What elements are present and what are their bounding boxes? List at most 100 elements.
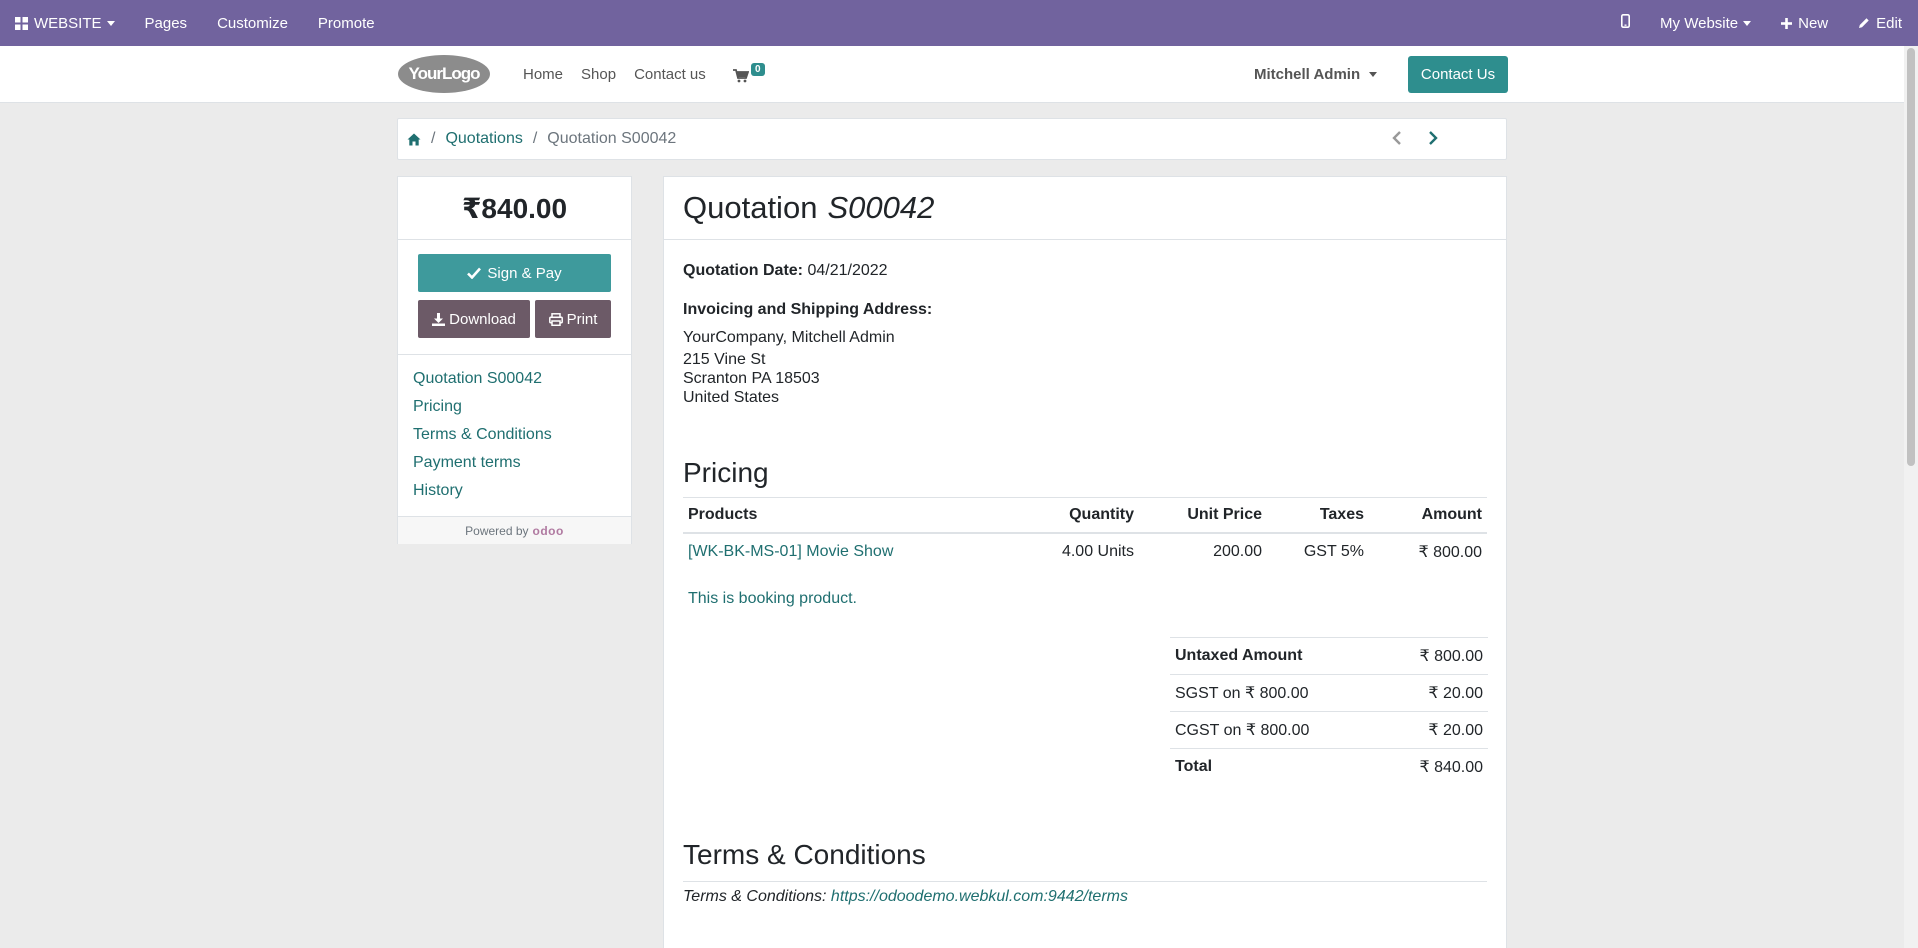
site-header: YourLogo Home Shop Contact us 0 Mitchell… [0,46,1904,103]
toc-quotation[interactable]: Quotation S00042 [413,369,616,397]
toc-history[interactable]: History [413,481,616,509]
contact-us-button[interactable]: Contact Us [1408,56,1508,93]
mobile-icon [1621,14,1631,32]
nav-home[interactable]: Home [523,66,563,83]
table-of-contents: Quotation S00042 Pricing Terms & Conditi… [398,355,631,517]
breadcrumb-quotations[interactable]: Quotations [445,130,522,148]
promote-menu[interactable]: Promote [303,0,390,46]
sign-pay-label: Sign & Pay [487,264,562,282]
page-scrollbar[interactable] [1904,46,1918,948]
total-amount: ₹840.00 [398,177,631,240]
main-nav: Home Shop Contact us [523,46,724,103]
date-label: Quotation Date: [683,262,803,279]
total-value: ₹ 840.00 [1380,748,1488,785]
download-label: Download [449,310,516,328]
site-logo[interactable]: YourLogo [397,54,491,94]
product-amount: ₹ 800.00 [1418,544,1482,561]
chevron-down-icon [1369,72,1378,77]
quotation-document: Quotation S00042 Quotation Date: 04/21/2… [663,176,1507,948]
toc-terms[interactable]: Terms & Conditions [413,425,616,453]
sign-pay-button[interactable]: Sign & Pay [418,254,611,292]
mobile-preview-button[interactable] [1606,0,1645,46]
chevron-down-icon [106,20,115,26]
customize-menu[interactable]: Customize [202,0,303,46]
home-icon[interactable] [407,133,421,146]
products-table: Products Quantity Unit Price Taxes Amoun… [683,497,1487,616]
sgst-value: ₹ 20.00 [1380,674,1488,712]
print-icon [548,312,563,326]
check-icon [467,267,482,279]
apps-grid-icon [15,16,28,30]
odoo-logo[interactable]: odoo [533,524,564,538]
totals-row: Untaxed Amount ₹ 800.00 [1170,637,1488,675]
table-row: This is booking product. [683,570,1487,616]
toc-payment-terms[interactable]: Payment terms [413,453,616,481]
edit-button[interactable]: Edit [1843,0,1910,46]
chevron-right-icon[interactable] [1426,129,1440,147]
edit-button-label: Edit [1876,14,1902,32]
record-pager [1390,129,1440,147]
breadcrumb: / Quotations / Quotation S00042 [397,118,1507,160]
quotation-date: 04/21/2022 [807,262,888,279]
apps-menu[interactable]: WEBSITE [0,0,130,46]
download-icon [432,312,446,326]
scrollbar-thumb[interactable] [1907,48,1915,466]
col-quantity: Quantity [1019,497,1139,534]
page-title: Quotation S00042 [664,177,1506,240]
admin-bar: WEBSITE Pages Customize Promote My Websi… [0,0,1918,46]
product-taxes: GST 5% [1303,543,1364,560]
product-link[interactable]: [WK-BK-MS-01] Movie Show [683,533,1019,570]
chevron-left-icon[interactable] [1390,129,1404,147]
terms-label: Terms & Conditions: [683,888,827,905]
website-switcher[interactable]: My Website [1645,0,1766,46]
print-button[interactable]: Print [535,300,611,338]
download-button[interactable]: Download [418,300,530,338]
address-block: YourCompany, Mitchell Admin 215 Vine St … [683,328,1487,407]
cgst-value: ₹ 20.00 [1380,711,1488,749]
new-button-label: New [1798,14,1829,32]
address-line: United States [683,389,780,406]
chevron-down-icon [1743,20,1752,26]
totals-row: CGST on ₹ 800.00 ₹ 20.00 [1170,711,1488,749]
address-line: Scranton PA 18503 [683,370,820,387]
plus-icon [1781,17,1793,29]
nav-shop[interactable]: Shop [581,66,616,83]
totals-row: SGST on ₹ 800.00 ₹ 20.00 [1170,674,1488,712]
nav-contact[interactable]: Contact us [634,66,706,83]
totals-row: Total ₹ 840.00 [1170,748,1488,785]
sidebar-actions: Sign & Pay Download Print [398,240,631,355]
address-label: Invoicing and Shipping Address: [683,301,933,318]
shopping-cart-icon [733,69,750,88]
toc-pricing[interactable]: Pricing [413,397,616,425]
col-taxes: Taxes [1267,497,1369,534]
svg-text:YourLogo: YourLogo [409,64,481,83]
terms-url-link[interactable]: https://odoodemo.webkul.com:9442/terms [831,888,1128,905]
terms-heading: Terms & Conditions [683,839,926,870]
sgst-label: SGST on ₹ 800.00 [1170,674,1381,712]
cgst-label: CGST on ₹ 800.00 [1170,711,1381,749]
pencil-icon [1858,17,1870,29]
quotation-date-row: Quotation Date: 04/21/2022 [683,262,1487,280]
product-unit-price: 200.00 [1213,543,1262,560]
product-note: This is booking product. [688,590,857,607]
address-line: 215 Vine St [683,351,766,368]
pages-menu[interactable]: Pages [130,0,203,46]
breadcrumb-current: Quotation S00042 [547,130,677,147]
apps-menu-label: WEBSITE [34,14,102,32]
title-label: Quotation [683,190,818,225]
pricing-heading: Pricing [683,457,769,488]
user-name: Mitchell Admin [1254,66,1361,83]
table-row: [WK-BK-MS-01] Movie Show 4.00 Units 200.… [683,533,1487,570]
cart-link[interactable]: 0 [733,63,773,87]
user-menu[interactable]: Mitchell Admin [1254,46,1378,103]
terms-row: Terms & Conditions: https://odoodemo.web… [683,881,1487,906]
cart-count-badge: 0 [751,63,765,76]
print-label: Print [566,310,598,328]
address-line: YourCompany, Mitchell Admin [683,329,895,346]
powered-by: Powered by odoo [398,517,631,544]
product-quantity: 4.00 Units [1061,543,1134,560]
total-label: Total [1170,748,1381,785]
totals-table: Untaxed Amount ₹ 800.00 SGST on ₹ 800.00… [1170,637,1488,785]
untaxed-label: Untaxed Amount [1170,637,1381,675]
new-button[interactable]: New [1766,0,1843,46]
